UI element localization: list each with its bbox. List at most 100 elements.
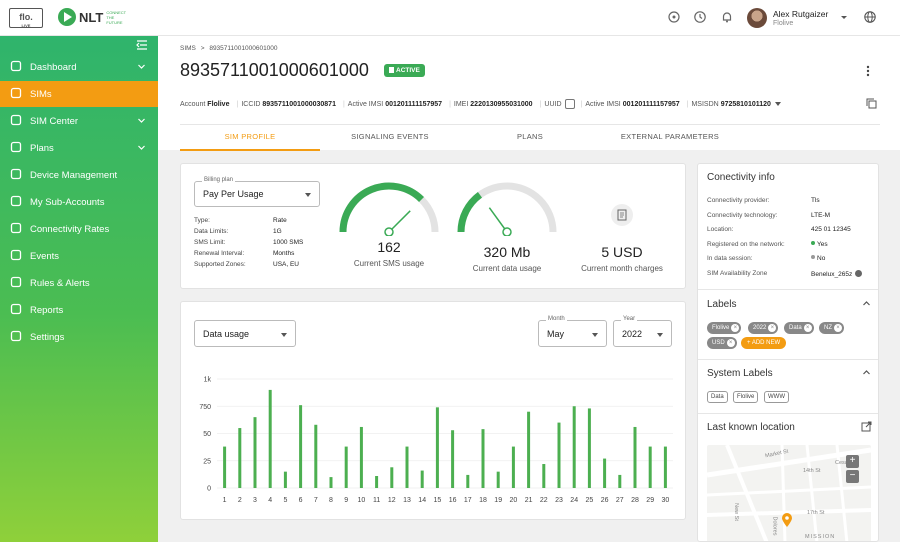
support-icon[interactable]	[667, 10, 681, 24]
connectivity-key: SIM Availability Zone	[707, 270, 768, 277]
collapse-menu-icon[interactable]	[136, 40, 148, 53]
clock-icon[interactable]	[693, 10, 707, 24]
data-bar[interactable]	[299, 405, 303, 488]
close-icon[interactable]: ×	[803, 324, 812, 332]
year-select[interactable]: Year 2022	[613, 316, 672, 347]
data-bar[interactable]	[572, 406, 576, 488]
metric-select[interactable]: Data usage	[194, 320, 296, 347]
sidebar-item-reports[interactable]: Reports	[0, 297, 158, 323]
sidebar-item-sim-center[interactable]: SIM Center	[0, 108, 158, 134]
more-options-icon[interactable]	[866, 65, 870, 80]
data-bar[interactable]	[405, 446, 409, 488]
sidebar-item-settings[interactable]: Settings	[0, 324, 158, 350]
data-bar[interactable]	[238, 428, 242, 488]
sidebar-item-label: Reports	[30, 304, 64, 316]
sim-icon	[9, 87, 23, 101]
data-bar[interactable]	[435, 407, 439, 488]
sidebar-item-rules-alerts[interactable]: Rules & Alerts	[0, 270, 158, 296]
location-map[interactable]: Market St 14th St Cesar F 17th St New St Dolo…	[707, 445, 871, 541]
data-bar[interactable]	[542, 464, 546, 488]
y-tick-label: 750	[199, 404, 211, 411]
sidebar-item-events[interactable]: Events	[0, 243, 158, 269]
location-pin-icon[interactable]	[781, 512, 793, 530]
globe-icon[interactable]	[863, 10, 877, 24]
label-chip[interactable]: Flolive ×	[707, 322, 742, 334]
chevron-down-icon	[592, 333, 598, 337]
label-chip[interactable]: Data ×	[784, 322, 814, 334]
flolive-logo[interactable]: flo. LIVE	[9, 8, 43, 28]
data-bar[interactable]	[633, 426, 637, 488]
zoom-in-button[interactable]: +	[846, 455, 859, 468]
close-icon[interactable]: ×	[834, 324, 842, 332]
sidebar-item-device-management[interactable]: Device Management	[0, 162, 158, 188]
data-bar[interactable]	[603, 458, 607, 488]
data-usage-chart: 025507501k1 2 3 4 5 6 7 8 9 10 11 12 13 14 15 16 17 18 19 2…	[199, 377, 673, 504]
data-bar[interactable]	[390, 467, 394, 488]
x-tick-label: 6	[299, 497, 303, 504]
data-bar[interactable]	[253, 417, 257, 488]
data-bar[interactable]	[663, 446, 667, 488]
x-tick-label: 12	[388, 497, 396, 504]
data-bar[interactable]	[314, 424, 318, 488]
billing-plan-select[interactable]: Billing plan Pay Per Usage	[194, 177, 320, 207]
map-street-label: Dolores	[771, 516, 778, 536]
connectivity-key: Location:	[707, 226, 734, 234]
status-dot	[811, 240, 815, 245]
data-bar[interactable]	[375, 476, 379, 488]
bell-icon[interactable]	[720, 10, 734, 24]
data-bar[interactable]	[557, 422, 561, 488]
tab-signaling-events[interactable]: SIGNALING EVENTS	[320, 125, 460, 151]
label-chip[interactable]: NZ ×	[819, 322, 844, 334]
x-tick-label: 14	[418, 497, 426, 504]
label-chip[interactable]: 2022 ×	[748, 322, 779, 334]
chevron-up-icon[interactable]	[862, 299, 871, 310]
breadcrumb-root[interactable]: SIMS	[180, 45, 196, 52]
sidebar-item-dashboard[interactable]: Dashboard	[0, 54, 158, 80]
tab-external-parameters[interactable]: EXTERNAL PARAMETERS	[600, 125, 740, 151]
close-icon[interactable]: ×	[768, 324, 777, 332]
open-external-icon[interactable]	[861, 421, 872, 434]
top-bar: flo. LIVE NLT CONNECT THE FUTURE Alex Ru…	[0, 0, 900, 36]
data-bar[interactable]	[223, 446, 227, 488]
user-name[interactable]: Alex Rutgaizer	[773, 9, 828, 19]
data-bar[interactable]	[527, 411, 531, 488]
uuid-icon[interactable]	[564, 99, 575, 109]
data-usage-label: Current data usage	[472, 264, 542, 273]
add-label-button[interactable]: + ADD NEW	[741, 337, 787, 349]
close-icon[interactable]: ×	[726, 339, 735, 347]
sidebar-item-label: Rules & Alerts	[30, 277, 90, 289]
sidebar-item-connectivity-rates[interactable]: Connectivity Rates	[0, 216, 158, 242]
data-bar[interactable]	[268, 389, 272, 488]
info-icon[interactable]	[855, 270, 863, 277]
data-bar[interactable]	[359, 426, 363, 488]
tab-plans[interactable]: PLANS	[460, 125, 600, 151]
msisdn-dropdown-icon[interactable]	[774, 102, 781, 106]
connectivity-value: No	[811, 255, 825, 262]
data-bar[interactable]	[648, 446, 652, 488]
data-bar[interactable]	[481, 429, 485, 488]
data-bar[interactable]	[451, 430, 455, 488]
tab-sim-profile[interactable]: SIM PROFILE	[180, 125, 320, 151]
data-bar[interactable]	[466, 474, 470, 488]
chevron-up-icon[interactable]	[862, 368, 871, 379]
chevron-down-icon[interactable]	[837, 10, 851, 24]
connectivity-key: Connectivity provider:	[707, 197, 770, 204]
data-bar[interactable]	[496, 471, 500, 488]
data-bar[interactable]	[511, 446, 515, 488]
data-bar[interactable]	[329, 477, 333, 488]
zoom-out-button[interactable]: −	[846, 470, 859, 483]
data-bar[interactable]	[283, 471, 287, 488]
data-bar[interactable]	[420, 470, 424, 488]
avatar[interactable]	[747, 8, 767, 28]
data-bar[interactable]	[618, 474, 622, 488]
label-chip[interactable]: USD ×	[707, 337, 737, 349]
sidebar-item-sims[interactable]: SIMs	[0, 81, 158, 107]
sidebar-item-plans[interactable]: Plans	[0, 135, 158, 161]
copy-icon[interactable]	[866, 98, 877, 112]
data-bar[interactable]	[587, 408, 591, 488]
month-select[interactable]: Month May	[538, 316, 607, 347]
sidebar-item-my-sub-accounts[interactable]: My Sub-Accounts	[0, 189, 158, 215]
close-icon[interactable]: ×	[731, 324, 740, 332]
nlt-logo[interactable]: NLT CONNECT THE FUTURE	[58, 8, 128, 26]
data-bar[interactable]	[344, 446, 348, 488]
